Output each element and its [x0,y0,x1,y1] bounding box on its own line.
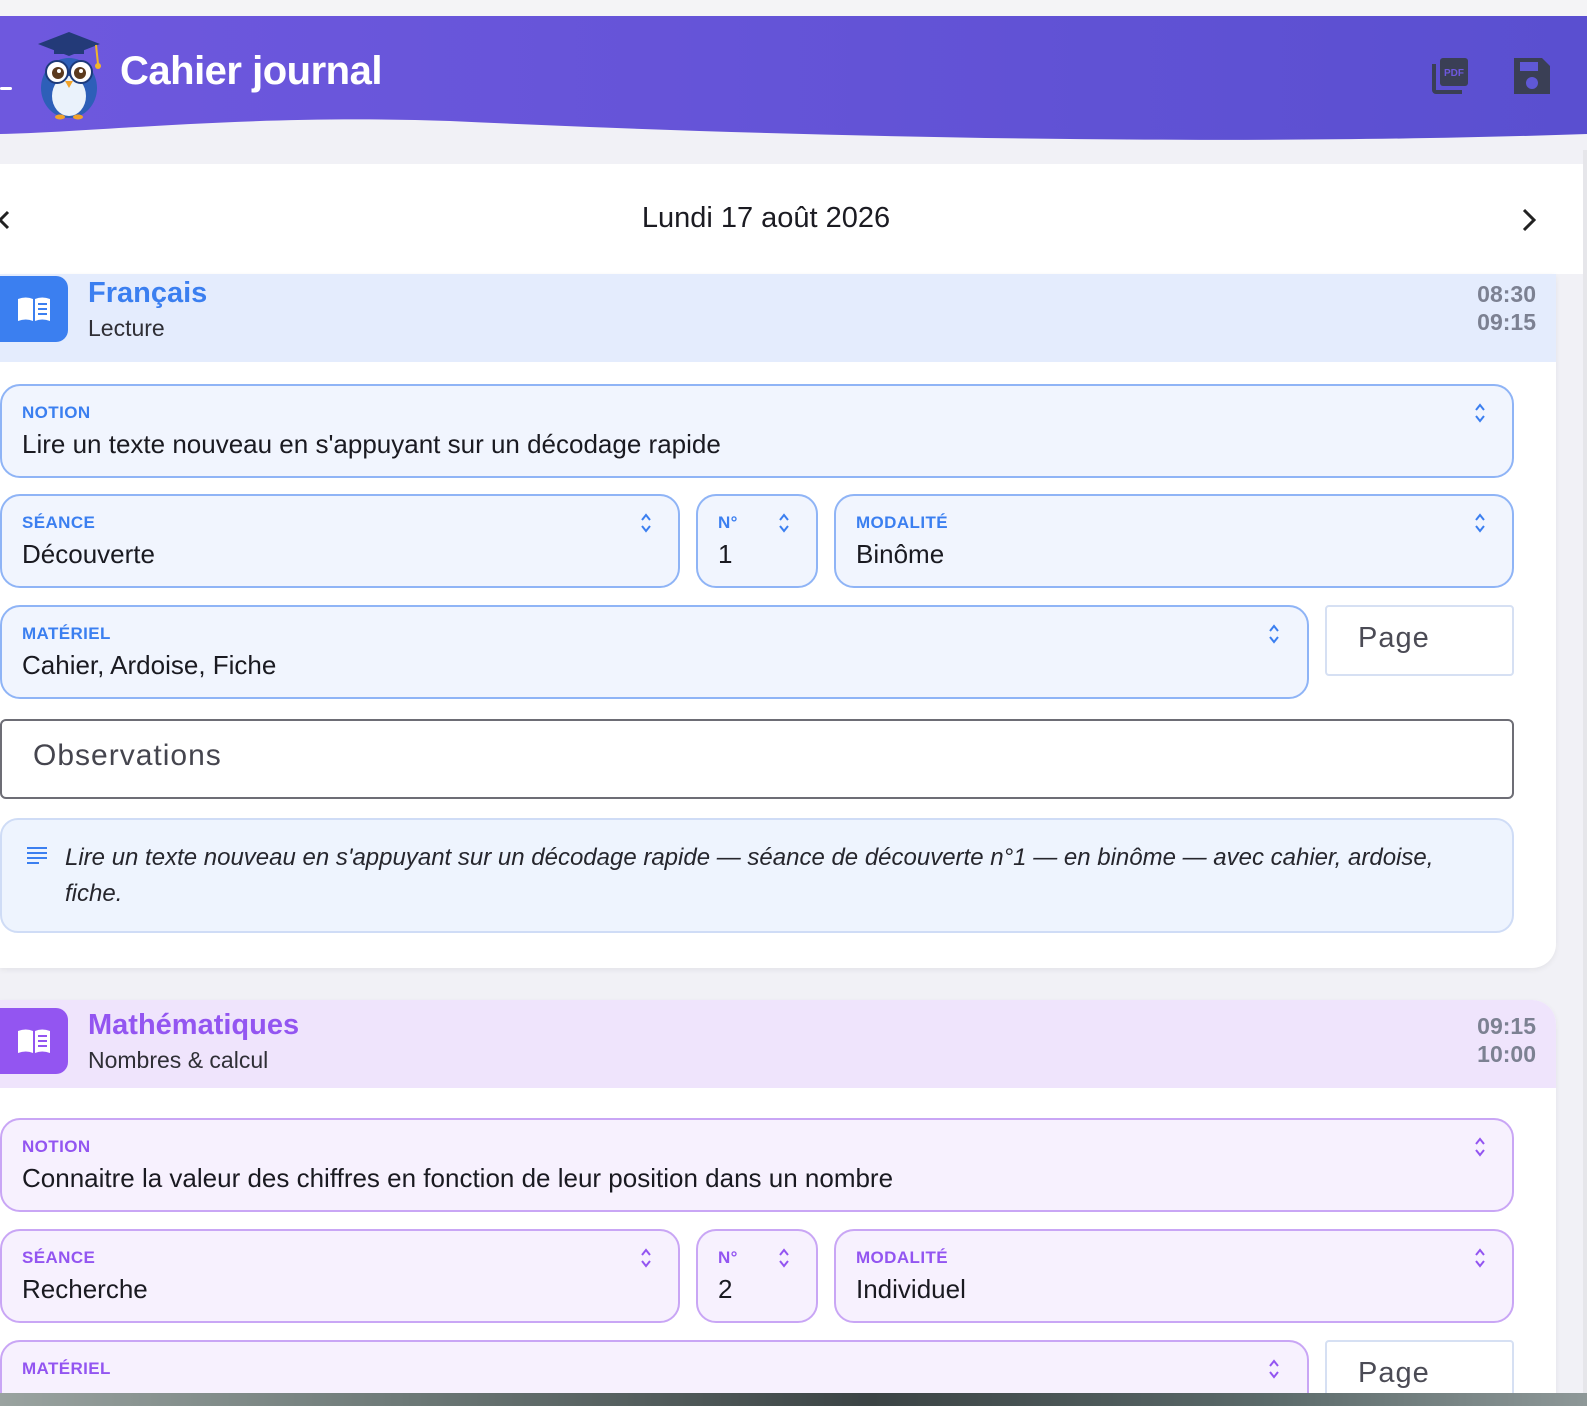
notion-select[interactable]: NOTION Lire un texte nouveau en s'appuya… [0,384,1514,478]
select-arrows-icon [1269,624,1279,644]
end-time: 09:15 [1477,309,1536,335]
number-select[interactable]: N° 2 [696,1229,818,1323]
materiel-select[interactable]: MATÉRIEL Cahier, Ardoise, Fiche [0,605,1309,699]
number-label: N° [718,513,738,532]
modalite-select[interactable]: MODALITÉ Individuel [834,1229,1514,1323]
seance-label: SÉANCE [22,513,96,532]
end-time: 10:00 [1477,1041,1536,1067]
observations-input[interactable]: Observations [0,719,1514,799]
seance-value: Recherche [22,1274,148,1304]
select-arrows-icon [1269,1359,1279,1379]
save-icon [1514,58,1550,94]
session-header: Mathématiques Nombres & calcul 09:15 10:… [0,1000,1556,1088]
app-header: Cahier journal PDF [0,16,1587,150]
select-arrows-icon [641,513,651,533]
owl-logo-icon [38,32,101,120]
modalite-label: MODALITÉ [856,513,948,532]
modalite-select[interactable]: MODALITÉ Binôme [834,494,1514,588]
subject-name: Mathématiques [88,1009,300,1041]
session-header: Français Lecture 08:30 09:15 [0,274,1556,362]
bottom-edge [0,1393,1587,1406]
select-arrows-icon [779,513,789,533]
save-button[interactable] [1510,54,1554,98]
session-summary: Lire un texte nouveau en s'appuyant sur … [0,818,1514,933]
modalite-value: Individuel [856,1274,966,1304]
notion-label: NOTION [22,1137,91,1156]
subject-domain: Nombres & calcul [88,1047,269,1073]
pdf-icon: PDF [1432,58,1468,94]
number-select[interactable]: N° 1 [696,494,818,588]
export-pdf-button[interactable]: PDF [1428,54,1472,98]
number-label: N° [718,1248,738,1267]
modalite-value: Binôme [856,539,945,569]
seance-value: Découverte [22,539,155,569]
svg-text:PDF: PDF [1444,68,1464,79]
notion-value: Lire un texte nouveau en s'appuyant sur … [22,429,721,459]
start-time: 08:30 [1477,281,1536,307]
number-value: 1 [718,539,733,569]
select-arrows-icon [1475,1137,1485,1157]
subject-badge [0,1008,68,1074]
app-screen: Cahier journal PDF Lundi 17 août 2026 Fr… [0,0,1587,1406]
modalite-label: MODALITÉ [856,1248,948,1267]
book-icon [18,1029,50,1053]
select-arrows-icon [779,1248,789,1268]
seance-select[interactable]: SÉANCE Découverte [0,494,680,588]
materiel-label: MATÉRIEL [22,624,111,643]
summary-text: Lire un texte nouveau en s'appuyant sur … [65,844,1434,907]
page-placeholder: Page [1358,622,1430,654]
book-icon [18,297,50,321]
date-navigator: Lundi 17 août 2026 [0,164,1587,274]
observations-placeholder: Observations [33,739,222,772]
back-button[interactable] [0,87,12,90]
notion-value: Connaitre la valeur des chiffres en fonc… [22,1163,894,1193]
materiel-label: MATÉRIEL [22,1359,111,1378]
select-arrows-icon [1475,403,1485,423]
session-card-mathematiques: Mathématiques Nombres & calcul 09:15 10:… [0,1000,1556,1406]
notes-icon [27,847,47,864]
top-strip [0,0,1587,16]
chevron-right-icon[interactable] [1518,206,1540,234]
select-arrows-icon [1475,513,1485,533]
scrollbar-track[interactable] [1583,150,1587,1393]
app-title: Cahier journal [120,49,382,93]
notion-label: NOTION [22,403,91,422]
select-arrows-icon [641,1248,651,1268]
subject-domain: Lecture [88,315,165,341]
session-card-francais: Français Lecture 08:30 09:15 NOTION Lire… [0,274,1556,968]
subject-name: Français [88,277,208,309]
seance-select[interactable]: SÉANCE Recherche [0,1229,680,1323]
seance-label: SÉANCE [22,1248,96,1267]
page-input[interactable]: Page [1325,605,1514,676]
current-date: Lundi 17 août 2026 [641,202,891,234]
start-time: 09:15 [1477,1013,1536,1039]
number-value: 2 [718,1274,733,1304]
page-placeholder: Page [1358,1357,1430,1389]
materiel-value: Cahier, Ardoise, Fiche [22,650,277,680]
subject-badge [0,276,68,342]
notion-select[interactable]: NOTION Connaitre la valeur des chiffres … [0,1118,1514,1212]
select-arrows-icon [1475,1248,1485,1268]
